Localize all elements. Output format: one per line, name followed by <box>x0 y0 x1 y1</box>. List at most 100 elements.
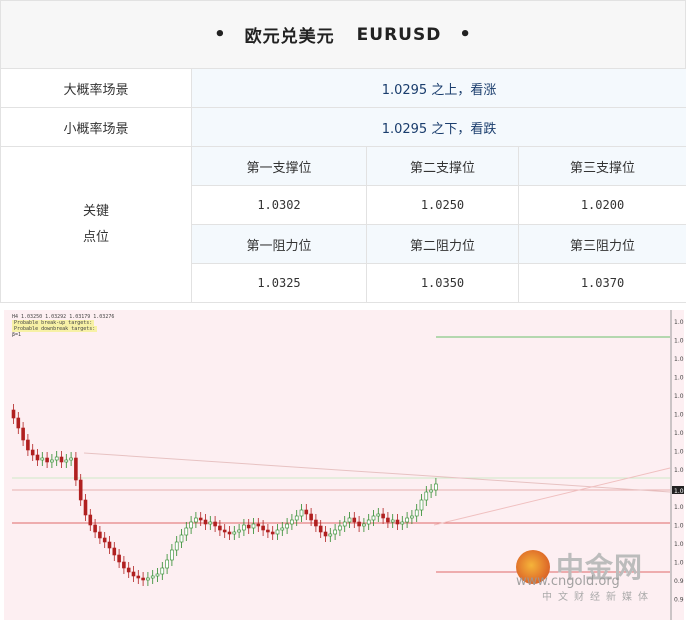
bullet-left: • <box>214 24 227 45</box>
big-scenario-value: 1.0295 之上，看涨 <box>190 68 686 108</box>
candle-body <box>35 454 40 461</box>
candle-body <box>88 514 93 526</box>
small-scenario-label: 小概率场景 <box>0 107 192 147</box>
candle-body <box>213 521 217 527</box>
axis-tick-label: 1.0 <box>674 449 684 456</box>
candle-body <box>328 533 333 537</box>
support-3-value: 1.0200 <box>517 185 686 225</box>
axis-tick-label: 1.0 <box>674 523 684 530</box>
candle-body <box>352 517 357 523</box>
hud-beta: β=1 <box>12 332 22 338</box>
candle-body <box>285 523 289 529</box>
support-2-header: 第二支撑位 <box>366 146 519 186</box>
key-label-2: 点位 <box>82 229 109 245</box>
axis-tick-label: 1.0 <box>674 430 684 437</box>
support-header-row: 关键 点位 第一支撑位 第二支撑位 第三支撑位 <box>0 146 686 303</box>
candle-body <box>218 525 222 531</box>
axis-tick-label: 0.9 <box>674 578 684 585</box>
candle-body <box>338 525 342 531</box>
support-3-header: 第三支撑位 <box>517 146 686 186</box>
bullet-right: • <box>459 24 472 45</box>
candle-body <box>59 456 64 463</box>
axis-tick-label: 1.0 <box>674 560 684 567</box>
small-scenario-row: 小概率场景 1.0295 之下，看跌 <box>0 107 686 147</box>
candle-body <box>323 531 328 537</box>
resistance-2-value: 1.0350 <box>366 263 519 303</box>
candle-body <box>410 515 414 519</box>
candle-body <box>165 559 169 569</box>
candle-body <box>270 531 275 535</box>
key-label-1: 关键 <box>82 203 109 219</box>
big-scenario-row: 大概率场景 1.0295 之上，看涨 <box>0 68 686 108</box>
axis-tick-label: 1.0 <box>674 412 684 419</box>
price-tag-label: 1.0 <box>674 488 684 495</box>
key-levels-label: 关键 点位 <box>0 146 192 303</box>
resistance-3-value: 1.0370 <box>517 263 686 303</box>
candle-body <box>304 509 309 515</box>
candle-body <box>371 515 376 521</box>
candle-body <box>107 541 112 549</box>
candle-body <box>333 529 337 535</box>
candle-body <box>194 517 198 523</box>
chart-hud: H4 1.03250 1.03292 1.03179 1.03276 Proba… <box>12 314 114 338</box>
candle-body <box>198 517 203 521</box>
watermark-url: www.cngold.org <box>516 574 620 589</box>
candle-body <box>266 529 270 533</box>
resistance-1-value: 1.0325 <box>191 263 367 303</box>
candle-body <box>160 567 165 575</box>
candle-body <box>237 529 241 533</box>
resistance-1-header: 第一阻力位 <box>191 224 367 264</box>
candle-body <box>429 489 433 493</box>
candle-body <box>112 547 117 556</box>
candle-body <box>290 519 294 525</box>
small-scenario-value: 1.0295 之下，看跌 <box>190 107 686 147</box>
candle-body <box>54 456 59 461</box>
candle-body <box>309 513 313 521</box>
trend-line <box>83 452 671 493</box>
axis-tick-label: 1.0 <box>674 504 684 511</box>
candle-body <box>400 521 405 525</box>
candle-body <box>179 534 184 543</box>
support-1-header: 第一支撑位 <box>191 146 367 186</box>
candle-body <box>222 529 227 533</box>
candle-body <box>366 519 371 525</box>
candle-body <box>381 513 385 519</box>
candle-body <box>74 457 78 481</box>
candle-body <box>208 521 213 525</box>
candle-body <box>386 517 390 523</box>
candle-body <box>434 483 438 491</box>
candle-body <box>64 459 69 463</box>
candle-body <box>155 573 160 577</box>
candle-body <box>141 577 145 581</box>
candle-body <box>11 409 16 419</box>
candle-body <box>93 524 97 533</box>
price-chart: 1.0 1.0 1.0 1.0 1.0 1.0 1.0 1.0 1.0 1.0 1.0 1.0 1.0 1… <box>4 310 684 620</box>
candle-body <box>232 531 237 535</box>
resistance-2-header: 第二阻力位 <box>366 224 519 264</box>
candle-body <box>357 521 361 527</box>
candle-body <box>246 524 251 529</box>
candle-body <box>390 519 395 523</box>
support-2-value: 1.0250 <box>366 185 519 225</box>
candle-body <box>203 519 208 525</box>
candle-body <box>294 515 299 521</box>
support-1-value: 1.0302 <box>191 185 367 225</box>
trend-line <box>433 467 671 526</box>
candle-body <box>342 521 347 527</box>
title-en: EURUSD <box>356 24 442 45</box>
axis-tick-label: 1.0 <box>674 338 684 345</box>
candle-body <box>78 479 83 501</box>
candle-body <box>395 519 400 525</box>
candle-body <box>122 561 126 569</box>
candle-body <box>251 523 256 529</box>
watermark: 中金网 www.cngold.org 中文财经新媒体 <box>510 546 670 606</box>
resistance-3-header: 第三阻力位 <box>517 224 686 264</box>
candle-body <box>16 417 21 429</box>
candle-body <box>126 567 131 573</box>
candle-body <box>280 527 285 531</box>
candle-body <box>318 525 323 533</box>
axis-tick-label: 0.9 <box>674 597 684 604</box>
axis-tick-label: 1.0 <box>674 356 684 363</box>
watermark-sub: 中文财经新媒体 <box>542 592 654 603</box>
candle-body <box>227 531 232 535</box>
